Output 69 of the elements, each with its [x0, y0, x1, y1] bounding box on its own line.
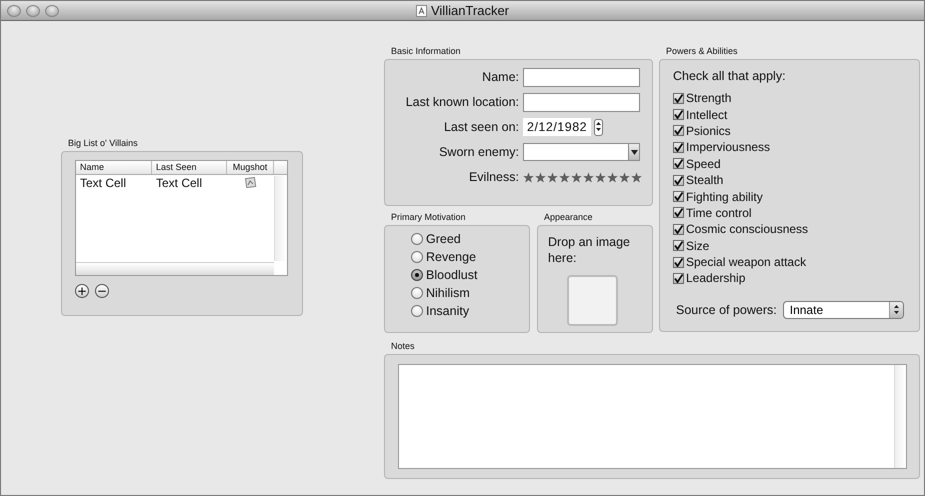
star-icon [523, 172, 534, 182]
radio-button[interactable]: Greed [411, 230, 461, 248]
checkbox[interactable]: Time control [673, 204, 752, 222]
star-icon [583, 172, 594, 182]
checkbox[interactable]: Speed [673, 156, 721, 172]
star-icon [595, 172, 606, 182]
dropdown-arrow-icon [630, 150, 638, 154]
table-cell-text: Text Cell [79, 176, 128, 190]
field-label: Last seen on: [444, 120, 519, 134]
group-label: Appearance [544, 212, 593, 222]
star-icon [535, 172, 546, 182]
checkbox[interactable]: Imperviousness [673, 139, 770, 156]
instruction-text: Check all that apply: [673, 69, 786, 83]
radio-button[interactable]: Insanity [411, 302, 470, 320]
checkbox[interactable]: Special weapon attack [673, 254, 806, 270]
column-header[interactable]: Mugshot [227, 161, 274, 174]
checkbox[interactable]: Strength [673, 90, 732, 106]
text-area[interactable] [398, 364, 907, 469]
close-button[interactable] [7, 5, 21, 17]
star-icon [571, 172, 582, 182]
field-label: Name: [482, 70, 519, 84]
column-header[interactable]: Last Seen [152, 161, 227, 174]
text-field[interactable] [523, 92, 640, 112]
star-icon [619, 172, 630, 182]
group-label: Basic Information [391, 46, 461, 56]
field-label: Evilness: [468, 170, 519, 184]
scrollbar[interactable] [894, 365, 906, 468]
checkbox[interactable]: Size [673, 238, 710, 254]
field-label: Sworn enemy: [439, 145, 519, 159]
group-label: Notes [391, 341, 415, 351]
up-down-arrows-icon [892, 304, 900, 316]
add-button[interactable]: + [75, 284, 89, 298]
group-label: Powers & Abilities [666, 46, 738, 56]
field-label: Source of powers: [676, 302, 777, 317]
checkbox[interactable]: Cosmic consciousness [673, 221, 808, 238]
group-label: Big List o' Villains [68, 138, 138, 148]
popup-button[interactable]: Innate [782, 300, 904, 319]
star-icon [547, 172, 558, 182]
table-cell-text: Text Cell [155, 176, 204, 190]
checkbox[interactable]: Psionics [673, 122, 731, 140]
scrollbar[interactable] [274, 176, 287, 261]
image-well[interactable] [567, 275, 618, 326]
scrollbar[interactable] [76, 262, 274, 275]
checkbox[interactable]: Intellect [673, 106, 728, 123]
radio-button[interactable]: Bloodlust [411, 266, 478, 284]
remove-button[interactable]: − [95, 284, 109, 298]
star-icon [559, 172, 570, 182]
radio-button[interactable]: Nihilism [411, 284, 470, 302]
stepper[interactable] [594, 118, 604, 136]
star-icon [631, 172, 642, 182]
up-down-arrows-icon [595, 120, 602, 132]
minimize-button[interactable] [26, 5, 40, 17]
prompt-text: Drop an image here: [548, 234, 631, 266]
checkbox[interactable]: Fighting ability [673, 188, 763, 205]
checkbox[interactable]: Stealth [673, 172, 724, 188]
star-icon [607, 172, 618, 182]
window-title: VillianTracker [430, 3, 510, 18]
combo-box[interactable] [523, 143, 640, 161]
checkbox[interactable]: Leadership [673, 270, 746, 287]
zoom-button[interactable] [45, 5, 59, 17]
date-field[interactable]: 2/12/1982 [523, 118, 592, 136]
column-header[interactable]: Name [76, 161, 152, 174]
text-field[interactable] [523, 68, 640, 86]
document-icon [416, 4, 427, 16]
group-label: Primary Motivation [391, 212, 466, 222]
field-label: Last known location: [406, 95, 519, 109]
image-icon [244, 176, 256, 188]
star-rating[interactable] [523, 172, 640, 182]
radio-button[interactable]: Revenge [411, 248, 476, 266]
